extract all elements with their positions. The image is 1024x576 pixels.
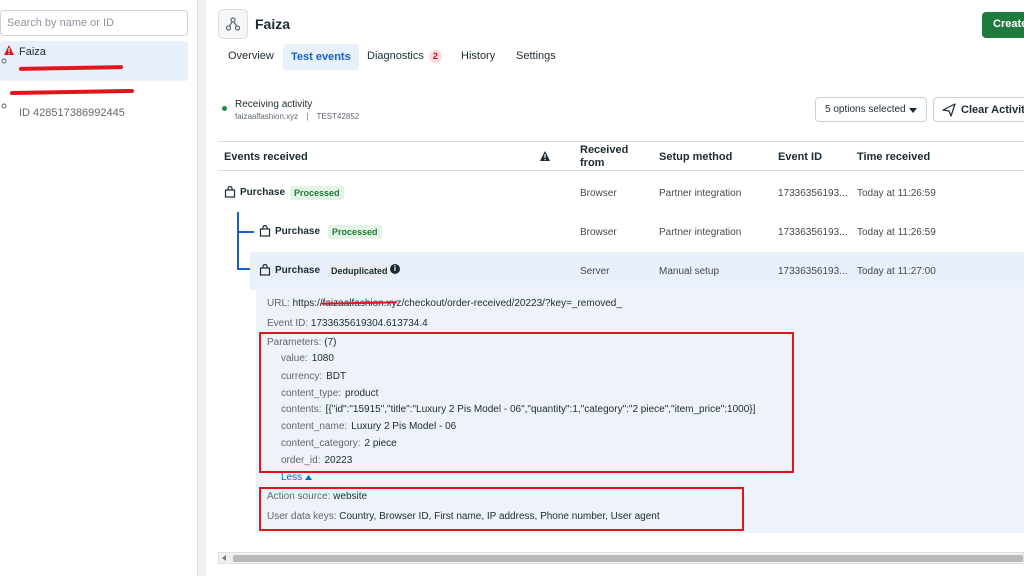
- table-row[interactable]: Purchase Processed Browser Partner integ…: [218, 174, 1024, 212]
- datasource-item-faiza[interactable]: Faiza: [0, 41, 188, 81]
- col-event-id: Event ID: [778, 151, 823, 163]
- tab-overview[interactable]: Overview: [228, 50, 274, 62]
- tab-test-events[interactable]: Test events: [283, 44, 359, 70]
- table-row-selected[interactable]: Purchase Deduplicated i Server Manual se…: [250, 252, 1024, 290]
- test-code: TEST42852: [316, 112, 360, 121]
- event-id: 17336356193...: [778, 266, 848, 277]
- clear-activity-button[interactable]: Clear Activity: [933, 97, 1024, 122]
- setup-method: Partner integration: [659, 188, 742, 199]
- status-badge: Deduplicated: [327, 264, 392, 278]
- scrollbar-thumb[interactable]: [233, 555, 1023, 562]
- caret-up-icon: [304, 475, 312, 480]
- shopping-bag-icon: [259, 264, 271, 276]
- tab-history[interactable]: History: [461, 50, 495, 62]
- time-received: Today at 11:26:59: [857, 227, 936, 238]
- main-panel: Faiza Create Overview Test events Diagno…: [206, 0, 1024, 576]
- tab-diagnostics-label: Diagnostics: [367, 50, 424, 62]
- horizontal-scrollbar[interactable]: [218, 552, 1024, 564]
- search-input[interactable]: [7, 14, 183, 32]
- diagnostics-count-badge: 2: [428, 50, 442, 63]
- tab-settings[interactable]: Settings: [516, 50, 556, 62]
- highlight-box-action-source: [259, 487, 744, 531]
- received-from: Browser: [580, 227, 617, 238]
- col-received-from: Received from: [580, 144, 629, 169]
- events-manager-window: Faiza ID 428517386992445 Faiza Create Ov…: [0, 0, 1024, 576]
- table-row[interactable]: Purchase Processed Browser Partner integ…: [218, 213, 1024, 251]
- pixel-icon: [1, 58, 7, 64]
- received-from: Browser: [580, 188, 617, 199]
- datasource-item-other[interactable]: ID 428517386992445: [0, 86, 188, 126]
- datasource-name: Faiza: [19, 46, 46, 58]
- status-badge: Processed: [328, 225, 382, 239]
- activity-status-dot: [222, 106, 227, 111]
- event-id: 17336356193...: [778, 188, 848, 199]
- less-toggle[interactable]: Less: [281, 472, 312, 483]
- send-icon: [942, 103, 956, 117]
- redaction-mark: [18, 65, 124, 71]
- clear-activity-label: Clear Activity: [961, 104, 1024, 116]
- info-icon[interactable]: i: [390, 264, 400, 274]
- highlight-box-parameters: [259, 332, 794, 473]
- detail-event-id: Event ID: 1733635619304.613734.4: [267, 318, 428, 329]
- less-label: Less: [281, 472, 303, 483]
- pixel-icon: [1, 103, 7, 109]
- status-badge: Processed: [290, 186, 344, 200]
- setup-method: Manual setup: [659, 266, 720, 277]
- col-time-received: Time received: [857, 151, 931, 163]
- activity-status-label: Receiving activity: [235, 99, 313, 110]
- event-id: 17336356193...: [778, 227, 848, 238]
- event-name: Purchase: [275, 265, 321, 276]
- pixel-header-icon: [218, 9, 248, 39]
- activity-status-sub: faizaalfashion.xyz | TEST42852: [235, 112, 359, 121]
- tab-diagnostics[interactable]: Diagnostics 2: [367, 50, 442, 63]
- url-label: URL:: [267, 298, 290, 309]
- event-id-label: Event ID:: [267, 318, 309, 329]
- event-name: Purchase: [275, 226, 321, 237]
- datasource-id: ID 428517386992445: [19, 107, 125, 119]
- event-filter-value: 5 options selected: [825, 104, 906, 115]
- warning-icon: [4, 45, 14, 55]
- received-from: Server: [580, 266, 610, 277]
- time-received: Today at 11:26:59: [857, 188, 936, 199]
- setup-method: Partner integration: [659, 227, 742, 238]
- search-box[interactable]: [0, 10, 188, 36]
- create-button[interactable]: Create: [982, 12, 1024, 38]
- event-name: Purchase: [240, 187, 286, 198]
- page-title: Faiza: [255, 16, 291, 32]
- scroll-left-icon[interactable]: [222, 555, 226, 561]
- nodes-icon: [225, 17, 241, 31]
- redaction-mark: [9, 88, 135, 96]
- caret-down-icon: [909, 108, 917, 113]
- events-table-header: Events received Received from Setup meth…: [218, 141, 1024, 171]
- datasource-sidebar: Faiza ID 428517386992445: [0, 0, 198, 576]
- warning-icon: [540, 151, 550, 161]
- shopping-bag-icon: [224, 186, 236, 198]
- col-setup-method: Setup method: [659, 151, 733, 163]
- col-events: Events received: [224, 151, 308, 163]
- status-domain: faizaalfashion.xyz: [235, 112, 299, 121]
- time-received: Today at 11:27:00: [857, 266, 936, 277]
- event-id-value: 1733635619304.613734.4: [310, 318, 428, 329]
- event-filter-select[interactable]: 5 options selected: [815, 97, 927, 122]
- status-separator: |: [306, 112, 309, 121]
- shopping-bag-icon: [259, 225, 271, 237]
